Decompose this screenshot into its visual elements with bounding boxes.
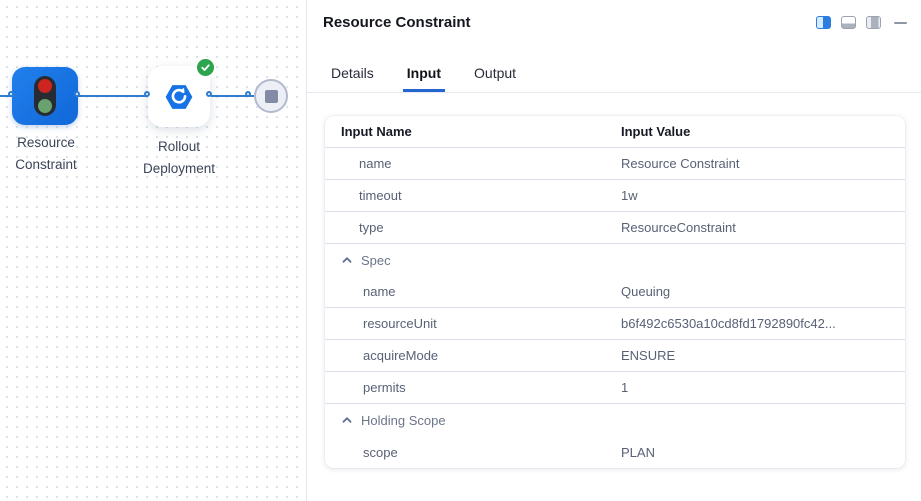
node-resource-constraint[interactable] bbox=[12, 67, 78, 125]
input-name-cell: type bbox=[325, 220, 621, 235]
dock-right-icon[interactable] bbox=[816, 16, 831, 29]
panel-controls bbox=[816, 16, 907, 29]
dock-float-icon[interactable] bbox=[866, 16, 881, 29]
panel-title: Resource Constraint bbox=[323, 14, 816, 31]
chevron-up-icon[interactable] bbox=[341, 254, 353, 266]
table-group-row: Holding Scope bbox=[325, 404, 905, 436]
tab-input[interactable]: Input bbox=[403, 55, 445, 92]
connection-port[interactable] bbox=[74, 91, 80, 97]
input-name-cell: acquireMode bbox=[325, 348, 621, 363]
input-name-cell: name bbox=[325, 156, 621, 171]
input-value-cell: Resource Constraint bbox=[621, 156, 905, 171]
input-value-cell: 1w bbox=[621, 188, 905, 203]
group-label: Holding Scope bbox=[361, 413, 446, 428]
input-name-cell: scope bbox=[325, 445, 621, 460]
input-name-cell: permits bbox=[325, 380, 621, 395]
column-input-name: Input Name bbox=[325, 124, 621, 139]
edge-line bbox=[78, 95, 150, 97]
table-header-row: Input Name Input Value bbox=[325, 116, 905, 148]
panel-header: Resource Constraint bbox=[307, 0, 921, 31]
input-name-cell: name bbox=[325, 284, 621, 299]
table-row: typeResourceConstraint bbox=[325, 212, 905, 244]
node-label: Resource Constraint bbox=[1, 132, 91, 176]
connection-port[interactable] bbox=[245, 91, 251, 97]
input-name-cell: timeout bbox=[325, 188, 621, 203]
table-row: scopePLAN bbox=[325, 436, 905, 468]
stop-icon bbox=[265, 90, 278, 103]
connection-port[interactable] bbox=[144, 91, 150, 97]
group-label: Spec bbox=[361, 253, 391, 268]
details-panel: Resource Constraint Details Input Output I… bbox=[307, 0, 921, 501]
table-row: nameResource Constraint bbox=[325, 148, 905, 180]
rollout-icon bbox=[163, 81, 195, 113]
connection-port[interactable] bbox=[206, 91, 212, 97]
traffic-light-icon bbox=[34, 76, 56, 116]
workflow-canvas[interactable]: Resource Constraint Rollout Deployment bbox=[0, 0, 307, 501]
connection-port[interactable] bbox=[8, 91, 14, 97]
table-group-row: Spec bbox=[325, 244, 905, 276]
table-row: permits1 bbox=[325, 372, 905, 404]
input-table-card: Input Name Input Value nameResource Cons… bbox=[325, 116, 905, 468]
minimize-icon[interactable] bbox=[894, 22, 907, 24]
tab-details[interactable]: Details bbox=[327, 55, 378, 92]
table-body: nameResource Constrainttimeout1wtypeReso… bbox=[325, 148, 905, 468]
success-check-icon bbox=[195, 57, 216, 78]
traffic-light-green bbox=[38, 99, 52, 113]
node-label: Rollout Deployment bbox=[128, 136, 230, 180]
input-value-cell: ResourceConstraint bbox=[621, 220, 905, 235]
table-row: nameQueuing bbox=[325, 276, 905, 308]
tab-bar: Details Input Output bbox=[307, 55, 921, 93]
input-value-cell: PLAN bbox=[621, 445, 905, 460]
table-row: resourceUnitb6f492c6530a10cd8fd1792890fc… bbox=[325, 308, 905, 340]
traffic-light-red bbox=[38, 79, 52, 93]
input-value-cell: b6f492c6530a10cd8fd1792890fc42... bbox=[621, 316, 905, 331]
node-rollout-deployment[interactable] bbox=[148, 66, 210, 127]
chevron-up-icon[interactable] bbox=[341, 414, 353, 426]
input-value-cell: Queuing bbox=[621, 284, 905, 299]
workflow-editor: Resource Constraint Rollout Deployment R… bbox=[0, 0, 921, 501]
input-value-cell: 1 bbox=[621, 380, 905, 395]
table-row: timeout1w bbox=[325, 180, 905, 212]
node-end[interactable] bbox=[254, 79, 288, 113]
table-row: acquireModeENSURE bbox=[325, 340, 905, 372]
tab-output[interactable]: Output bbox=[470, 55, 520, 92]
dock-bottom-icon[interactable] bbox=[841, 16, 856, 29]
input-value-cell: ENSURE bbox=[621, 348, 905, 363]
input-name-cell: resourceUnit bbox=[325, 316, 621, 331]
column-input-value: Input Value bbox=[621, 124, 905, 139]
